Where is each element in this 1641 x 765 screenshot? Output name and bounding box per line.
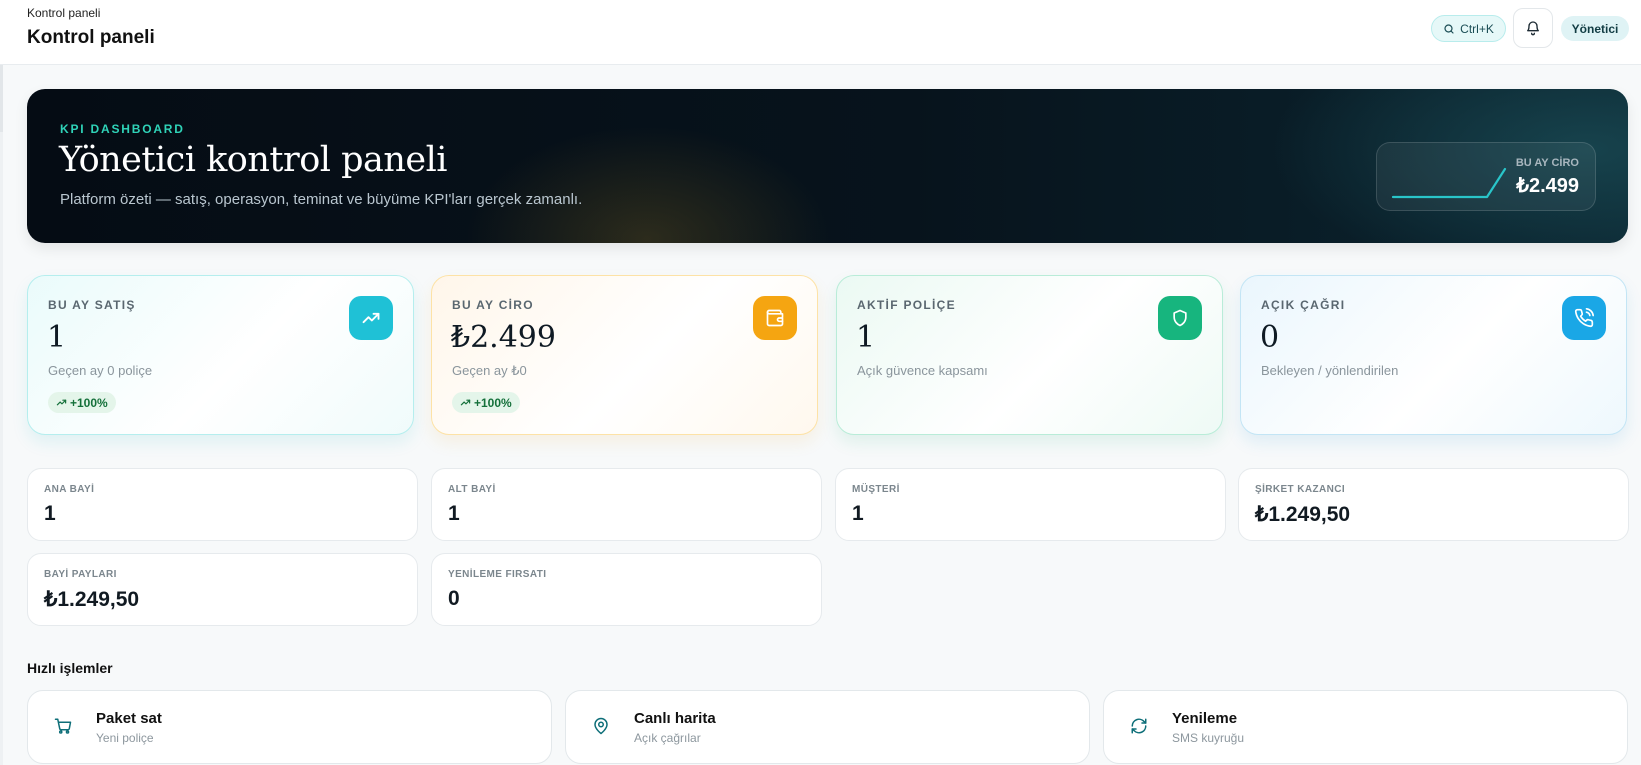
kpi-subtext: Geçen ay 0 poliçe <box>48 363 153 378</box>
search-shortcut-label: Ctrl+K <box>1460 21 1494 36</box>
quick-action-title: Yenileme <box>1172 710 1238 727</box>
revenue-mini-value: ₺2.499 <box>1516 175 1579 197</box>
stat-value: ₺1.249,50 <box>44 588 140 611</box>
trend-badge: +100% <box>452 392 520 413</box>
stat-label: ANA BAYİ <box>44 484 95 495</box>
sidebar-edge <box>0 0 3 765</box>
stat-card-company-earnings: ŞİRKET KAZANCI ₺1.249,50 <box>1238 468 1629 541</box>
kpi-label: AÇIK ÇAĞRI <box>1261 298 1346 312</box>
phone-call-icon <box>1562 296 1606 340</box>
refresh-icon <box>1131 718 1147 734</box>
kpi-value: ₺2.499 <box>451 320 556 355</box>
stat-label: YENİLEME FIRSATI <box>448 569 547 580</box>
kpi-card-revenue[interactable]: BU AY CİRO ₺2.499 Geçen ay ₺0 +100% <box>431 275 818 435</box>
bell-icon <box>1527 21 1539 36</box>
hero-subtitle: Platform özeti — satış, operasyon, temin… <box>60 191 583 208</box>
search-button[interactable]: Ctrl+K <box>1431 15 1506 42</box>
quick-action-title: Canlı harita <box>634 710 716 727</box>
kpi-card-open-calls[interactable]: AÇIK ÇAĞRI 0 Bekleyen / yönlendirilen <box>1240 275 1627 435</box>
quick-action-subtitle: SMS kuyruğu <box>1172 731 1245 745</box>
stat-card-sub-dealer: ALT BAYİ 1 <box>431 468 822 541</box>
breadcrumb[interactable]: Kontrol paneli <box>27 6 100 20</box>
kpi-value: 1 <box>856 320 876 355</box>
quick-action-subtitle: Açık çağrılar <box>634 731 701 745</box>
stat-label: BAYİ PAYLARI <box>44 569 117 580</box>
sidebar-edge-marker <box>0 64 3 132</box>
kpi-label: BU AY CİRO <box>452 298 534 312</box>
stat-card-customer: MÜŞTERİ 1 <box>835 468 1226 541</box>
kpi-value: 1 <box>47 320 67 355</box>
stat-value: 1 <box>448 502 460 525</box>
stat-label: ŞİRKET KAZANCI <box>1255 484 1346 495</box>
stat-value: 1 <box>44 502 56 525</box>
shield-icon <box>1158 296 1202 340</box>
stat-card-main-dealer: ANA BAYİ 1 <box>27 468 418 541</box>
search-icon <box>1444 23 1454 34</box>
stat-value: 1 <box>852 502 864 525</box>
cart-icon <box>54 718 72 734</box>
quick-action-renewal[interactable]: Yenileme SMS kuyruğu <box>1103 690 1628 764</box>
trend-up-icon <box>56 399 67 406</box>
revenue-sparkline <box>1391 167 1507 199</box>
stat-card-dealer-shares: BAYİ PAYLARI ₺1.249,50 <box>27 553 418 626</box>
quick-action-live-map[interactable]: Canlı harita Açık çağrılar <box>565 690 1090 764</box>
hero-title: Yönetici kontrol paneli <box>59 140 448 180</box>
quick-action-title: Paket sat <box>96 710 162 727</box>
quick-action-subtitle: Yeni poliçe <box>96 731 154 745</box>
stat-label: MÜŞTERİ <box>852 484 900 495</box>
kpi-value: 0 <box>1260 320 1280 355</box>
kpi-card-active-policies[interactable]: AKTİF POLİÇE 1 Açık güvence kapsamı <box>836 275 1223 435</box>
kpi-label: AKTİF POLİÇE <box>857 298 956 312</box>
kpi-subtext: Geçen ay ₺0 <box>452 363 527 378</box>
kpi-subtext: Bekleyen / yönlendirilen <box>1261 363 1399 378</box>
kpi-label: BU AY SATIŞ <box>48 298 136 312</box>
quick-action-sell-package[interactable]: Paket sat Yeni poliçe <box>27 690 552 764</box>
trending-up-icon <box>349 296 393 340</box>
wallet-icon <box>753 296 797 340</box>
revenue-mini-card: BU AY CİRO ₺2.499 <box>1376 142 1596 211</box>
kpi-subtext: Açık güvence kapsamı <box>857 363 988 378</box>
map-pin-icon <box>594 717 608 735</box>
role-badge[interactable]: Yönetici <box>1561 16 1629 41</box>
stat-value: ₺1.249,50 <box>1255 503 1351 526</box>
stat-value: 0 <box>448 587 460 610</box>
hero-eyebrow: KPI DASHBOARD <box>60 122 185 136</box>
trend-value: +100% <box>474 395 512 410</box>
stat-label: ALT BAYİ <box>448 484 496 495</box>
page-title: Kontrol paneli <box>27 27 155 48</box>
top-bar: Kontrol paneli Kontrol paneli Ctrl+K Yön… <box>0 0 1641 65</box>
trend-value: +100% <box>70 395 108 410</box>
trend-badge: +100% <box>48 392 116 413</box>
notifications-button[interactable] <box>1513 8 1553 48</box>
trend-up-icon <box>460 399 471 406</box>
kpi-card-sales[interactable]: BU AY SATIŞ 1 Geçen ay 0 poliçe +100% <box>27 275 414 435</box>
quick-actions-title: Hızlı işlemler <box>27 660 113 676</box>
revenue-mini-label: BU AY CİRO <box>1515 157 1579 169</box>
stat-card-renewal-opportunity: YENİLEME FIRSATI 0 <box>431 553 822 626</box>
hero-banner: KPI DASHBOARD Yönetici kontrol paneli Pl… <box>27 89 1628 243</box>
